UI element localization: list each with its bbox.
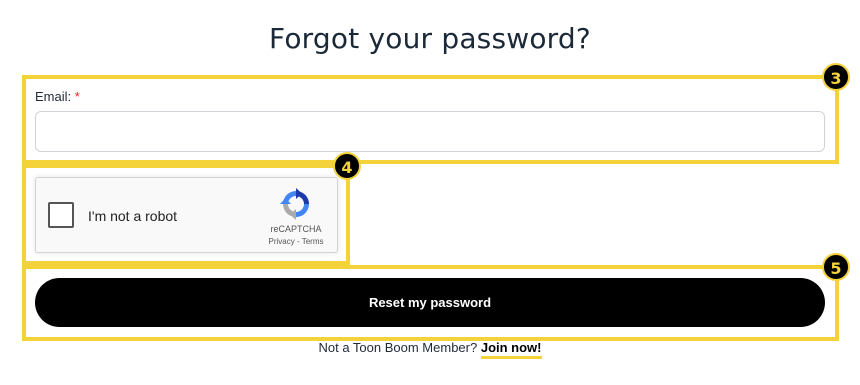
recaptcha-brand: reCAPTCHA [270, 224, 322, 234]
recaptcha-checkbox[interactable] [48, 202, 74, 228]
signup-prompt: Not a Toon Boom Member? Join now! [0, 340, 860, 359]
recaptcha-label: I'm not a robot [88, 208, 178, 224]
recaptcha-widget: I'm not a robot reCAPTCHA Privacy - Term… [35, 177, 338, 253]
annotation-badge-5: 5 [822, 253, 850, 281]
recaptcha-logo-icon [280, 188, 309, 220]
join-now-link[interactable]: Join now! [480, 340, 542, 359]
annotation-badge-4: 4 [333, 152, 361, 180]
recaptcha-privacy-link[interactable]: Privacy [269, 237, 295, 246]
forgot-password-page: Forgot your password? 3 4 5 Email: * I'm… [0, 0, 860, 385]
email-label: Email: * [35, 89, 80, 104]
recaptcha-terms-link[interactable]: Terms [302, 237, 324, 246]
email-label-text: Email: [35, 89, 72, 104]
annotation-badge-3: 3 [822, 63, 850, 91]
page-title: Forgot your password? [269, 22, 591, 55]
email-field[interactable] [35, 111, 825, 152]
required-marker: * [74, 89, 80, 104]
recaptcha-link-separator: - [294, 237, 302, 246]
signup-prompt-text: Not a Toon Boom Member? [318, 340, 478, 355]
reset-password-button[interactable]: Reset my password [35, 278, 825, 327]
recaptcha-links: Privacy - Terms [258, 237, 334, 246]
